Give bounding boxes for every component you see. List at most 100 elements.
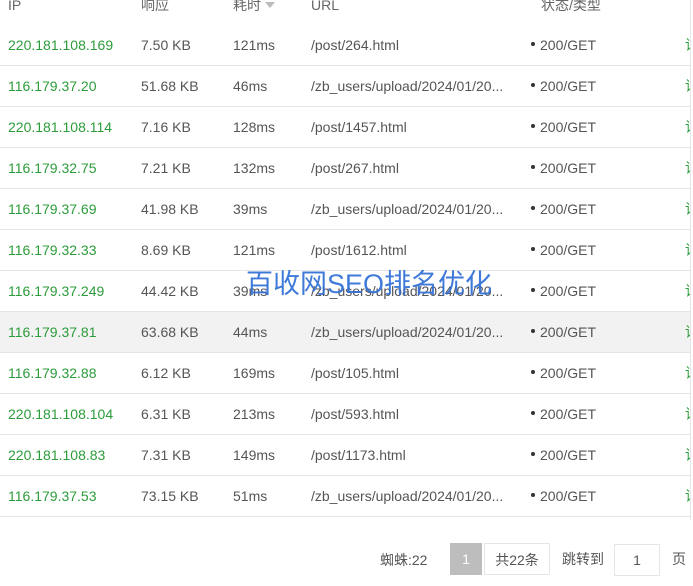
time-cell: 121ms	[233, 37, 276, 53]
page-suffix-label: 页	[672, 551, 686, 567]
status-dot-icon	[531, 42, 535, 47]
status-dot-icon	[531, 411, 535, 416]
response-size-cell: 7.16 KB	[141, 119, 191, 135]
response-size-cell: 7.31 KB	[141, 447, 191, 463]
status-cell: 200/GET	[531, 435, 671, 475]
ip-cell[interactable]: 116.179.32.33	[8, 230, 133, 270]
table-row[interactable]: 220.181.108.114 7.16 KB 128ms/post/1457.ht…	[0, 107, 690, 148]
status-cell: 200/GET	[531, 230, 671, 270]
total-count: 共22条	[484, 543, 550, 575]
status-dot-icon	[531, 493, 535, 498]
table-row[interactable]: 116.179.37.53 73.15 KB 51ms/zb_users/uploa…	[0, 476, 690, 517]
ip-cell[interactable]: 116.179.37.81	[8, 312, 133, 352]
detail-link[interactable]: 详	[685, 394, 690, 434]
ip-cell[interactable]: 116.179.37.249	[8, 271, 133, 311]
time-cell: 169ms	[233, 365, 276, 381]
detail-link[interactable]: 详	[685, 107, 690, 147]
time-cell: 132ms	[233, 160, 276, 176]
url-cell[interactable]: /zb_users/upload/2024/01/20...	[311, 312, 523, 352]
status-dot-icon	[531, 165, 535, 170]
url-cell[interactable]: /post/105.html	[311, 353, 523, 393]
detail-link[interactable]: 详	[685, 148, 690, 188]
status-text: 200/GET	[540, 447, 597, 463]
status-dot-icon	[531, 370, 535, 375]
response-size-cell: 6.12 KB	[141, 365, 191, 381]
time-cell: 51ms	[233, 488, 268, 504]
table-row[interactable]: 116.179.37.20 51.68 KB 46ms/zb_users/uploa…	[0, 66, 690, 107]
detail-link[interactable]: 详	[685, 230, 690, 270]
status-text: 200/GET	[540, 119, 597, 135]
ip-cell[interactable]: 220.181.108.114	[8, 107, 133, 147]
response-size-cell: 8.69 KB	[141, 242, 191, 258]
status-text: 200/GET	[540, 242, 597, 258]
status-dot-icon	[531, 83, 535, 88]
table-row[interactable]: 220.181.108.104 6.31 KB 213ms/post/593.htm…	[0, 394, 690, 435]
url-cell[interactable]: /post/593.html	[311, 394, 523, 434]
sort-desc-icon[interactable]	[265, 2, 275, 9]
table-row[interactable]: 116.179.32.75 7.21 KB 132ms/post/267.html 2…	[0, 148, 690, 189]
detail-link[interactable]: 详	[685, 189, 690, 229]
detail-link[interactable]: 详	[685, 476, 690, 516]
status-dot-icon	[531, 247, 535, 252]
header-ip: IP	[8, 0, 22, 13]
ip-cell[interactable]: 116.179.37.20	[8, 66, 133, 106]
table-header: IP 响应 耗时 URL 状态/类型	[0, 0, 690, 20]
time-cell: 128ms	[233, 119, 276, 135]
url-cell[interactable]: /post/1173.html	[311, 435, 523, 475]
url-cell[interactable]: /zb_users/upload/2024/01/20...	[311, 66, 523, 106]
table-row[interactable]: 220.181.108.83 7.31 KB 149ms/post/1173.htm…	[0, 435, 690, 476]
detail-link[interactable]: 详	[685, 435, 690, 475]
table-row[interactable]: 116.179.37.81 63.68 KB 44ms/zb_users/uploa…	[0, 312, 690, 353]
status-text: 200/GET	[540, 365, 597, 381]
response-size-cell: 51.68 KB	[141, 78, 199, 94]
header-time[interactable]: 耗时	[233, 0, 275, 20]
status-cell: 200/GET	[531, 394, 671, 434]
table-row[interactable]: 220.181.108.169 7.50 KB 121ms/post/264.htm…	[0, 25, 690, 66]
ip-cell[interactable]: 220.181.108.169	[8, 25, 133, 65]
status-text: 200/GET	[540, 406, 597, 422]
page-button-current[interactable]: 1	[450, 543, 482, 575]
status-dot-icon	[531, 288, 535, 293]
status-cell: 200/GET	[531, 148, 671, 188]
ip-cell[interactable]: 220.181.108.104	[8, 394, 133, 434]
status-text: 200/GET	[540, 488, 597, 504]
table-row[interactable]: 116.179.32.88 6.12 KB 169ms/post/105.html 2…	[0, 353, 690, 394]
url-cell[interactable]: /zb_users/upload/2024/01/20...	[311, 189, 523, 229]
status-cell: 200/GET	[531, 353, 671, 393]
status-text: 200/GET	[540, 160, 597, 176]
table-row[interactable]: 116.179.37.69 41.98 KB 39ms/zb_users/uploa…	[0, 189, 690, 230]
status-text: 200/GET	[540, 201, 597, 217]
detail-link[interactable]: 详	[685, 66, 690, 106]
status-cell: 200/GET	[531, 476, 671, 516]
status-cell: 200/GET	[531, 189, 671, 229]
status-cell: 200/GET	[531, 66, 671, 106]
url-cell[interactable]: /post/267.html	[311, 148, 523, 188]
ip-cell[interactable]: 220.181.108.83	[8, 435, 133, 475]
time-cell: 46ms	[233, 78, 268, 94]
status-cell: 200/GET	[531, 107, 671, 147]
url-cell[interactable]: /zb_users/upload/2024/01/20...	[311, 476, 523, 516]
status-dot-icon	[531, 124, 535, 129]
ip-cell[interactable]: 116.179.37.53	[8, 476, 133, 516]
goto-page-input[interactable]	[614, 544, 660, 576]
ip-cell[interactable]: 116.179.32.88	[8, 353, 133, 393]
detail-link[interactable]: 详	[685, 271, 690, 311]
detail-link[interactable]: 详	[685, 312, 690, 352]
url-cell[interactable]: /post/1457.html	[311, 107, 523, 147]
status-cell: 200/GET	[531, 271, 671, 311]
detail-link[interactable]: 详	[685, 25, 690, 65]
ip-cell[interactable]: 116.179.32.75	[8, 148, 133, 188]
goto-label: 跳转到	[562, 551, 604, 567]
detail-link[interactable]: 详	[685, 353, 690, 393]
time-cell: 39ms	[233, 201, 268, 217]
status-text: 200/GET	[540, 283, 597, 299]
url-cell[interactable]: /post/264.html	[311, 25, 523, 65]
ip-cell[interactable]: 116.179.37.69	[8, 189, 133, 229]
response-size-cell: 7.50 KB	[141, 37, 191, 53]
response-size-cell: 63.68 KB	[141, 324, 199, 340]
status-cell: 200/GET	[531, 25, 671, 65]
response-size-cell: 7.21 KB	[141, 160, 191, 176]
time-cell: 44ms	[233, 324, 268, 340]
response-size-cell: 6.31 KB	[141, 406, 191, 422]
response-size-cell: 44.42 KB	[141, 283, 199, 299]
